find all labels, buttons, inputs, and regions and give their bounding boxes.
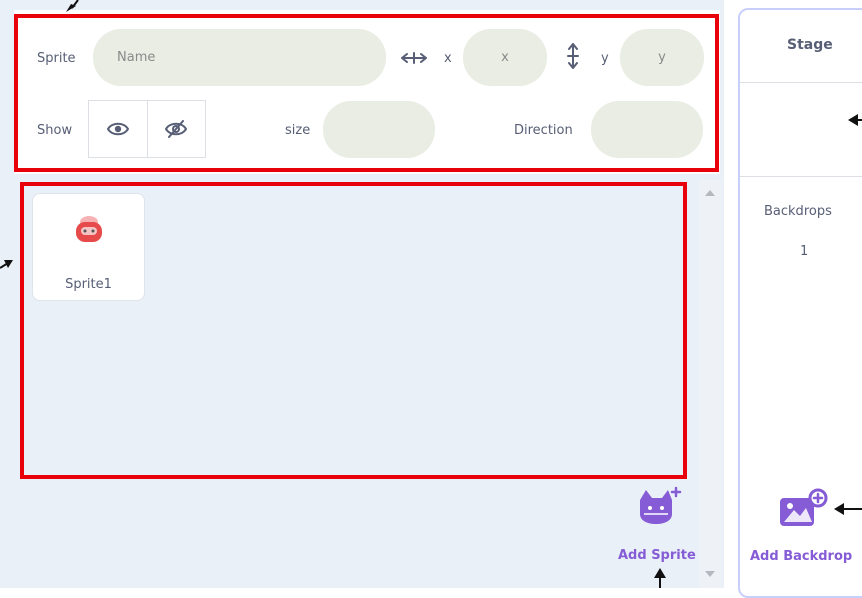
add-backdrop-button[interactable]: Add Backdrop bbox=[746, 486, 862, 572]
add-sprite-cat-icon bbox=[640, 486, 682, 524]
stage-divider bbox=[740, 176, 862, 177]
sprite-info-highlight bbox=[14, 14, 719, 172]
scroll-down-arrow-icon[interactable] bbox=[705, 571, 715, 577]
annotation-arrow-left bbox=[0, 260, 13, 269]
add-backdrop-icon bbox=[780, 488, 828, 526]
stage-title: Stage bbox=[787, 37, 833, 53]
add-backdrop-label: Add Backdrop bbox=[750, 549, 853, 564]
add-sprite-label: Add Sprite bbox=[618, 548, 696, 563]
backdrops-count: 1 bbox=[800, 244, 809, 259]
sprite-list-highlight bbox=[20, 182, 687, 479]
add-sprite-button[interactable]: Add Sprite bbox=[612, 484, 708, 570]
annotation-arrow-backdrop bbox=[834, 503, 862, 515]
stage-thumbnail-area[interactable] bbox=[740, 83, 862, 176]
backdrops-label: Backdrops bbox=[764, 204, 832, 219]
annotation-arrow-stage bbox=[848, 114, 862, 126]
annotation-arrow-top bbox=[66, 0, 79, 12]
scroll-up-arrow-icon[interactable] bbox=[705, 190, 715, 196]
annotation-arrow-add-sprite bbox=[654, 568, 666, 588]
